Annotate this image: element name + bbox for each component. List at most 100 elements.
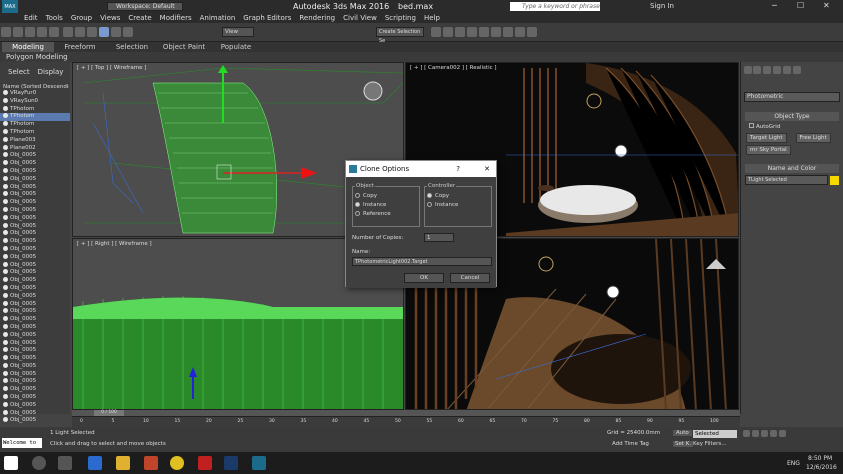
visibility-bulb-icon[interactable] [3,105,8,111]
scene-list-item[interactable]: Obj_0005 [0,175,70,184]
rect-select-icon[interactable] [87,27,98,37]
visibility-bulb-icon[interactable] [3,386,8,392]
menu-scripting[interactable]: Scripting [381,13,420,23]
scene-list-item[interactable]: Obj_0005 [0,214,70,223]
scene-list-item[interactable]: Obj_0005 [0,370,70,379]
scene-list-item[interactable]: Obj_0005 [0,222,70,231]
visibility-bulb-icon[interactable] [3,331,8,337]
ok-button[interactable]: OK [404,273,444,283]
render-setup-icon[interactable] [503,27,513,37]
name-color-rollout[interactable]: Name and Color [745,164,839,173]
menu-modifiers[interactable]: Modifiers [156,13,196,23]
polygon-modeling-label[interactable]: Polygon Modeling [0,52,843,62]
scene-list-item[interactable]: Obj_0005 [0,308,70,316]
visibility-bulb-icon[interactable] [3,136,8,142]
hierarchy-tab-icon[interactable] [763,66,771,74]
scene-list-item[interactable]: Obj_0005 [0,183,70,192]
tab-freeform[interactable]: Freeform [54,42,106,52]
select-by-name-icon[interactable] [75,27,86,37]
dialog-close-button[interactable]: ✕ [484,161,490,177]
object-type-rollout[interactable]: Object Type [745,112,839,121]
menu-help[interactable]: Help [420,13,444,23]
rotate-icon[interactable] [111,27,122,37]
scene-list-item[interactable]: VRaySun0 [0,97,70,106]
visibility-bulb-icon[interactable] [3,206,8,212]
render-frame-icon[interactable] [515,27,525,37]
language-indicator[interactable]: ENG [787,460,800,467]
visibility-bulb-icon[interactable] [3,90,8,95]
view-dropdown[interactable]: View [222,27,254,37]
scene-list-item[interactable]: Obj_0005 [0,206,70,215]
tab-selection[interactable]: Selection [106,42,158,52]
next-frame-icon[interactable] [770,430,777,437]
visibility-bulb-icon[interactable] [3,214,8,220]
task-view-icon[interactable] [58,456,72,470]
visibility-bulb-icon[interactable] [3,316,8,322]
modify-tab-icon[interactable] [753,66,761,74]
scene-list-item[interactable]: Obj_0005 [0,331,70,340]
viewport-top-label[interactable]: [ + ] [ Top ] [ Wireframe ] [77,65,146,71]
scene-list-item[interactable]: Obj_0005 [0,386,70,394]
menu-tools[interactable]: Tools [42,13,67,23]
go-to-end-icon[interactable] [779,430,786,437]
scene-list-item[interactable]: Obj_0005 [0,261,70,270]
photoshop-icon[interactable] [224,456,238,470]
visibility-bulb-icon[interactable] [3,97,8,103]
visibility-bulb-icon[interactable] [3,199,8,205]
scene-list-item[interactable]: Plane003 [0,136,70,145]
visibility-bulb-icon[interactable] [3,245,8,251]
window-minimize-button[interactable]: ─ [772,1,777,10]
scene-list-item[interactable]: Obj_0005 [0,417,70,425]
visibility-bulb-icon[interactable] [3,222,8,228]
scene-list-item[interactable]: Obj_0005 [0,152,70,160]
schematic-icon[interactable] [479,27,489,37]
maxscript-listener[interactable]: Welcome to [2,438,42,448]
viewport-right-label[interactable]: [ + ] [ Right ] [ Wireframe ] [77,241,152,247]
menu-create[interactable]: Create [124,13,155,23]
visibility-bulb-icon[interactable] [3,175,8,181]
scene-list-item[interactable]: Obj_0005 [0,355,70,363]
free-light-button[interactable]: Free Light [795,133,831,143]
object-reference-radio[interactable]: Reference [355,209,417,218]
controller-instance-radio[interactable]: Instance [427,200,489,209]
chrome-icon[interactable] [170,456,184,470]
scene-list-item[interactable]: Obj_0005 [0,245,70,254]
scene-list-item[interactable]: VRayFur0 [0,90,70,98]
key-mode-dropdown[interactable]: Selected [693,430,737,438]
create-tab-icon[interactable] [744,66,752,74]
sky-portal-button[interactable]: mr Sky Portal [746,145,791,155]
visibility-bulb-icon[interactable] [3,144,8,150]
sign-in-button[interactable]: Sign In [650,2,674,10]
visibility-bulb-icon[interactable] [3,152,8,158]
scene-list-item[interactable]: Obj_0005 [0,300,70,309]
auto-key-button[interactable]: Auto [673,430,692,436]
visibility-bulb-icon[interactable] [3,339,8,345]
menu-views[interactable]: Views [96,13,124,23]
visibility-bulb-icon[interactable] [3,191,8,197]
selection-set-dropdown[interactable]: Create Selection Se [376,27,424,44]
powerpoint-icon[interactable] [144,456,158,470]
scene-list-item[interactable]: Obj_0005 [0,238,70,246]
scene-list-item[interactable]: Obj_0005 [0,284,70,293]
visibility-bulb-icon[interactable] [3,167,8,173]
scene-tab-display[interactable]: Display [38,68,64,76]
scene-list-item[interactable]: Obj_0005 [0,323,70,332]
redo-icon[interactable] [13,27,23,37]
visibility-bulb-icon[interactable] [3,277,8,283]
visibility-bulb-icon[interactable] [3,261,8,267]
visibility-bulb-icon[interactable] [3,121,8,127]
visibility-bulb-icon[interactable] [3,362,8,368]
window-close-button[interactable]: ✕ [823,1,830,10]
scene-list-item[interactable]: Obj_0005 [0,191,70,199]
target-light-button[interactable]: Target Light [746,133,787,143]
scene-list-item[interactable]: Obj_0005 [0,347,70,355]
visibility-bulb-icon[interactable] [3,308,8,314]
visibility-bulb-icon[interactable] [3,183,8,189]
tab-object-paint[interactable]: Object Paint [158,42,210,52]
color-swatch[interactable] [830,175,839,185]
track-bar[interactable]: 0 5 10 15 20 25 30 35 40 45 50 55 60 65 70 75 80 85 90 95 10… [72,416,740,427]
visibility-bulb-icon[interactable] [3,238,8,244]
layers-icon[interactable] [455,27,465,37]
scene-list-item[interactable]: Obj_0005 [0,292,70,301]
undo-icon[interactable] [1,27,11,37]
